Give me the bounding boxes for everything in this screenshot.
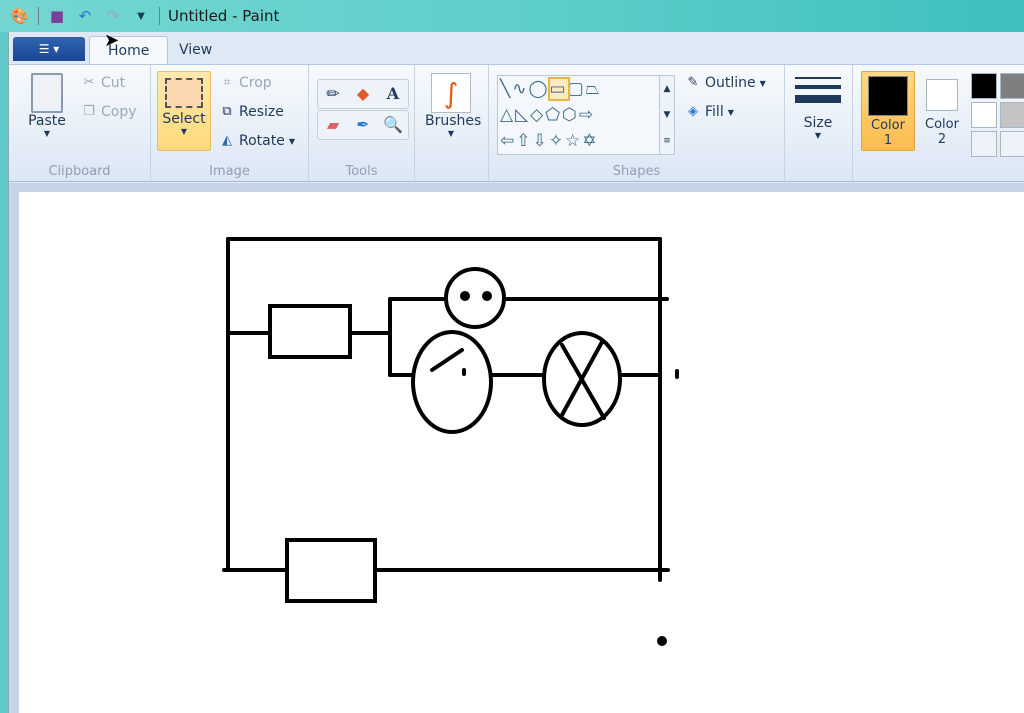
resistor-1: [268, 304, 352, 359]
circuit-drawing: [222, 237, 679, 646]
ammeter-symbol: [411, 330, 493, 434]
lamp-cross: [560, 340, 606, 420]
voltmeter-dot: [460, 291, 470, 301]
voltmeter-dot: [482, 291, 492, 301]
resistor-2: [285, 538, 377, 603]
ammeter-needle: [430, 348, 466, 376]
mouse-cursor-icon: ➤: [104, 30, 120, 51]
stray-dot: [657, 636, 667, 646]
voltmeter-symbol: [444, 267, 506, 329]
